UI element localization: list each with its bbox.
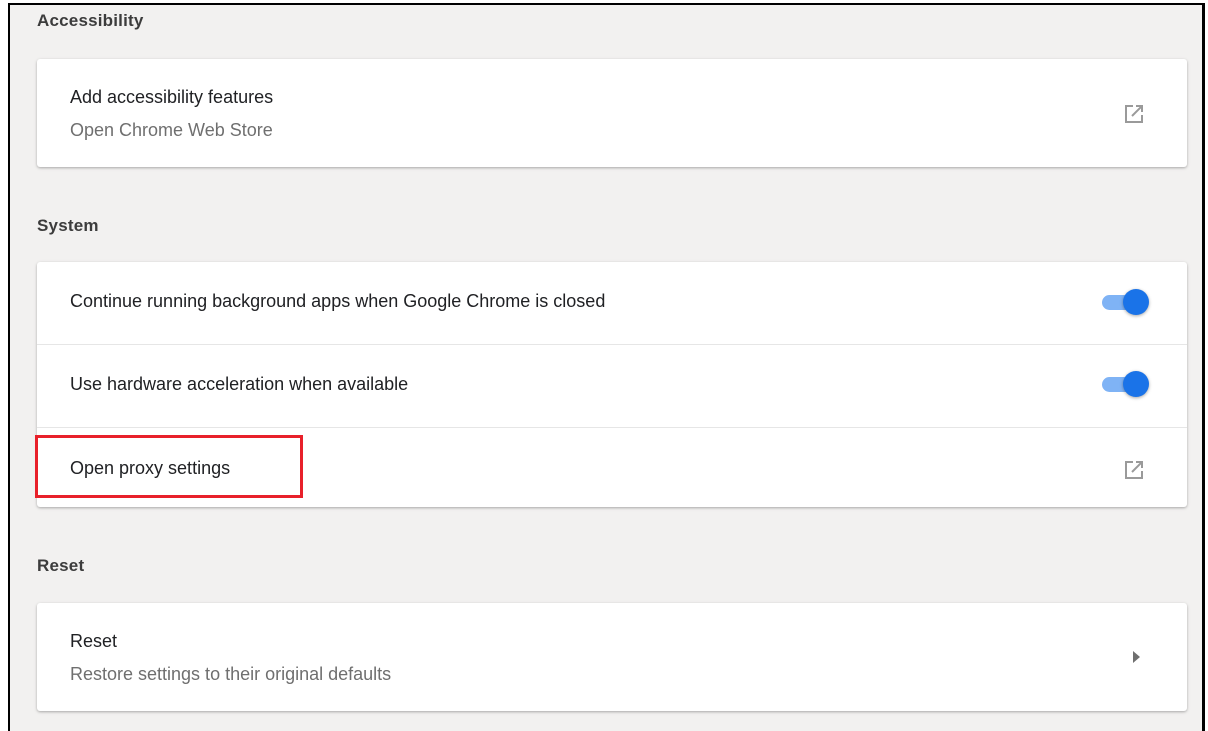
background-apps-row[interactable]: Continue running background apps when Go…: [37, 262, 1187, 344]
hardware-acceleration-label: Use hardware acceleration when available: [70, 374, 409, 394]
reset-sublabel: Restore settings to their original defau…: [70, 664, 392, 684]
section-title-system: System: [37, 216, 99, 235]
hardware-acceleration-row[interactable]: Use hardware acceleration when available: [37, 345, 1187, 427]
toggle-knob: [1123, 289, 1149, 315]
system-card: Continue running background apps when Go…: [37, 262, 1187, 507]
hardware-acceleration-toggle[interactable]: [1099, 369, 1153, 399]
accessibility-card: Add accessibility features Open Chrome W…: [37, 59, 1187, 167]
toggle-knob: [1123, 371, 1149, 397]
open-proxy-settings-label: Open proxy settings: [70, 458, 231, 478]
reset-row[interactable]: Reset Restore settings to their original…: [37, 603, 1187, 711]
reset-card: Reset Restore settings to their original…: [37, 603, 1187, 711]
open-in-new-icon[interactable]: [1122, 102, 1146, 126]
chevron-right-icon[interactable]: [1131, 650, 1143, 664]
add-accessibility-features-label: Add accessibility features: [70, 87, 274, 107]
reset-label: Reset: [70, 631, 118, 651]
settings-page: Accessibility Add accessibility features…: [8, 3, 1205, 731]
add-accessibility-features-row[interactable]: Add accessibility features Open Chrome W…: [37, 59, 1187, 167]
section-title-accessibility: Accessibility: [37, 11, 144, 30]
open-proxy-settings-row[interactable]: Open proxy settings: [37, 428, 1187, 507]
open-chrome-web-store-sublabel: Open Chrome Web Store: [70, 120, 273, 140]
background-apps-toggle[interactable]: [1099, 287, 1153, 317]
section-title-reset: Reset: [37, 556, 85, 575]
background-apps-label: Continue running background apps when Go…: [70, 291, 606, 311]
open-in-new-icon[interactable]: [1122, 458, 1146, 482]
